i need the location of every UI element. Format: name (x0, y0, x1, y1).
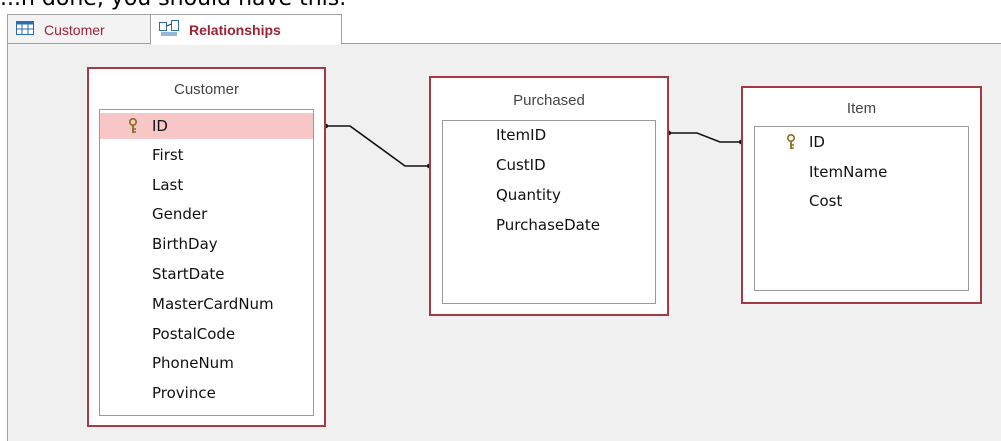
field-customer-last[interactable]: Last (100, 172, 313, 198)
field-label: Province (152, 384, 216, 402)
table-customer-title: Customer (173, 81, 240, 98)
field-item-itemname[interactable]: ItemName (755, 159, 968, 185)
field-customer-phonenum[interactable]: PhoneNum (100, 350, 313, 376)
field-customer-mastercardnum[interactable]: MasterCardNum (100, 291, 313, 317)
primary-key-icon (787, 134, 795, 149)
field-label: Cost (809, 192, 843, 210)
field-label: PostalCode (152, 325, 236, 343)
tab-relationships-label: Relationships (189, 21, 281, 38)
field-purchased-quantity[interactable]: Quantity (443, 182, 655, 208)
field-customer-startdate[interactable]: StartDate (100, 261, 313, 287)
field-label: PurchaseDate (496, 216, 600, 234)
field-label: ID (809, 133, 825, 151)
datasheet-icon (16, 21, 34, 38)
table-purchased-field-list[interactable]: ItemID CustID Quantity PurchaseDate (442, 120, 656, 304)
caption-text: ...n done, you should have this. (0, 0, 346, 11)
relationships-icon (159, 20, 179, 39)
field-purchased-itemid[interactable]: ItemID (443, 122, 655, 148)
field-customer-province[interactable]: Province (100, 380, 313, 406)
field-customer-birthday[interactable]: BirthDay (100, 231, 313, 257)
table-customer-field-list[interactable]: ID First Last Gender BirthDay StartDate … (99, 109, 314, 416)
tab-relationships[interactable]: Relationships (150, 14, 342, 45)
field-label: ItemName (809, 163, 888, 181)
tab-customer[interactable]: Customer (7, 14, 151, 44)
table-item-title: Item (846, 100, 877, 117)
table-customer[interactable]: Customer ID First Last Gender BirthDay S… (87, 67, 326, 427)
field-customer-postalcode[interactable]: PostalCode (100, 321, 313, 347)
field-label: StartDate (152, 265, 225, 283)
tab-customer-label: Customer (44, 21, 105, 38)
primary-key-icon (129, 118, 137, 133)
field-label: PhoneNum (152, 354, 234, 372)
field-label: Last (152, 176, 184, 194)
field-customer-first[interactable]: First (100, 142, 313, 168)
field-label: Gender (152, 205, 208, 223)
document-tab-strip: Customer Relationships (7, 13, 1001, 45)
table-purchased[interactable]: Purchased ItemID CustID Quantity Purchas… (429, 76, 669, 316)
field-label: BirthDay (152, 235, 218, 253)
table-item[interactable]: Item ID ItemName Cost (741, 86, 982, 304)
field-label: First (152, 146, 184, 164)
field-label: ItemID (496, 126, 547, 144)
field-purchased-custid[interactable]: CustID (443, 152, 655, 178)
field-item-id[interactable]: ID (755, 129, 968, 155)
field-item-cost[interactable]: Cost (755, 188, 968, 214)
field-customer-gender[interactable]: Gender (100, 201, 313, 227)
field-purchased-purchasedate[interactable]: PurchaseDate (443, 212, 655, 238)
field-label: Quantity (496, 186, 561, 204)
table-item-field-list[interactable]: ID ItemName Cost (754, 126, 969, 291)
field-label: ID (152, 117, 168, 135)
table-purchased-title: Purchased (513, 92, 585, 109)
field-label: CustID (496, 156, 546, 174)
field-label: MasterCardNum (152, 295, 274, 313)
field-customer-id[interactable]: ID (100, 113, 313, 139)
